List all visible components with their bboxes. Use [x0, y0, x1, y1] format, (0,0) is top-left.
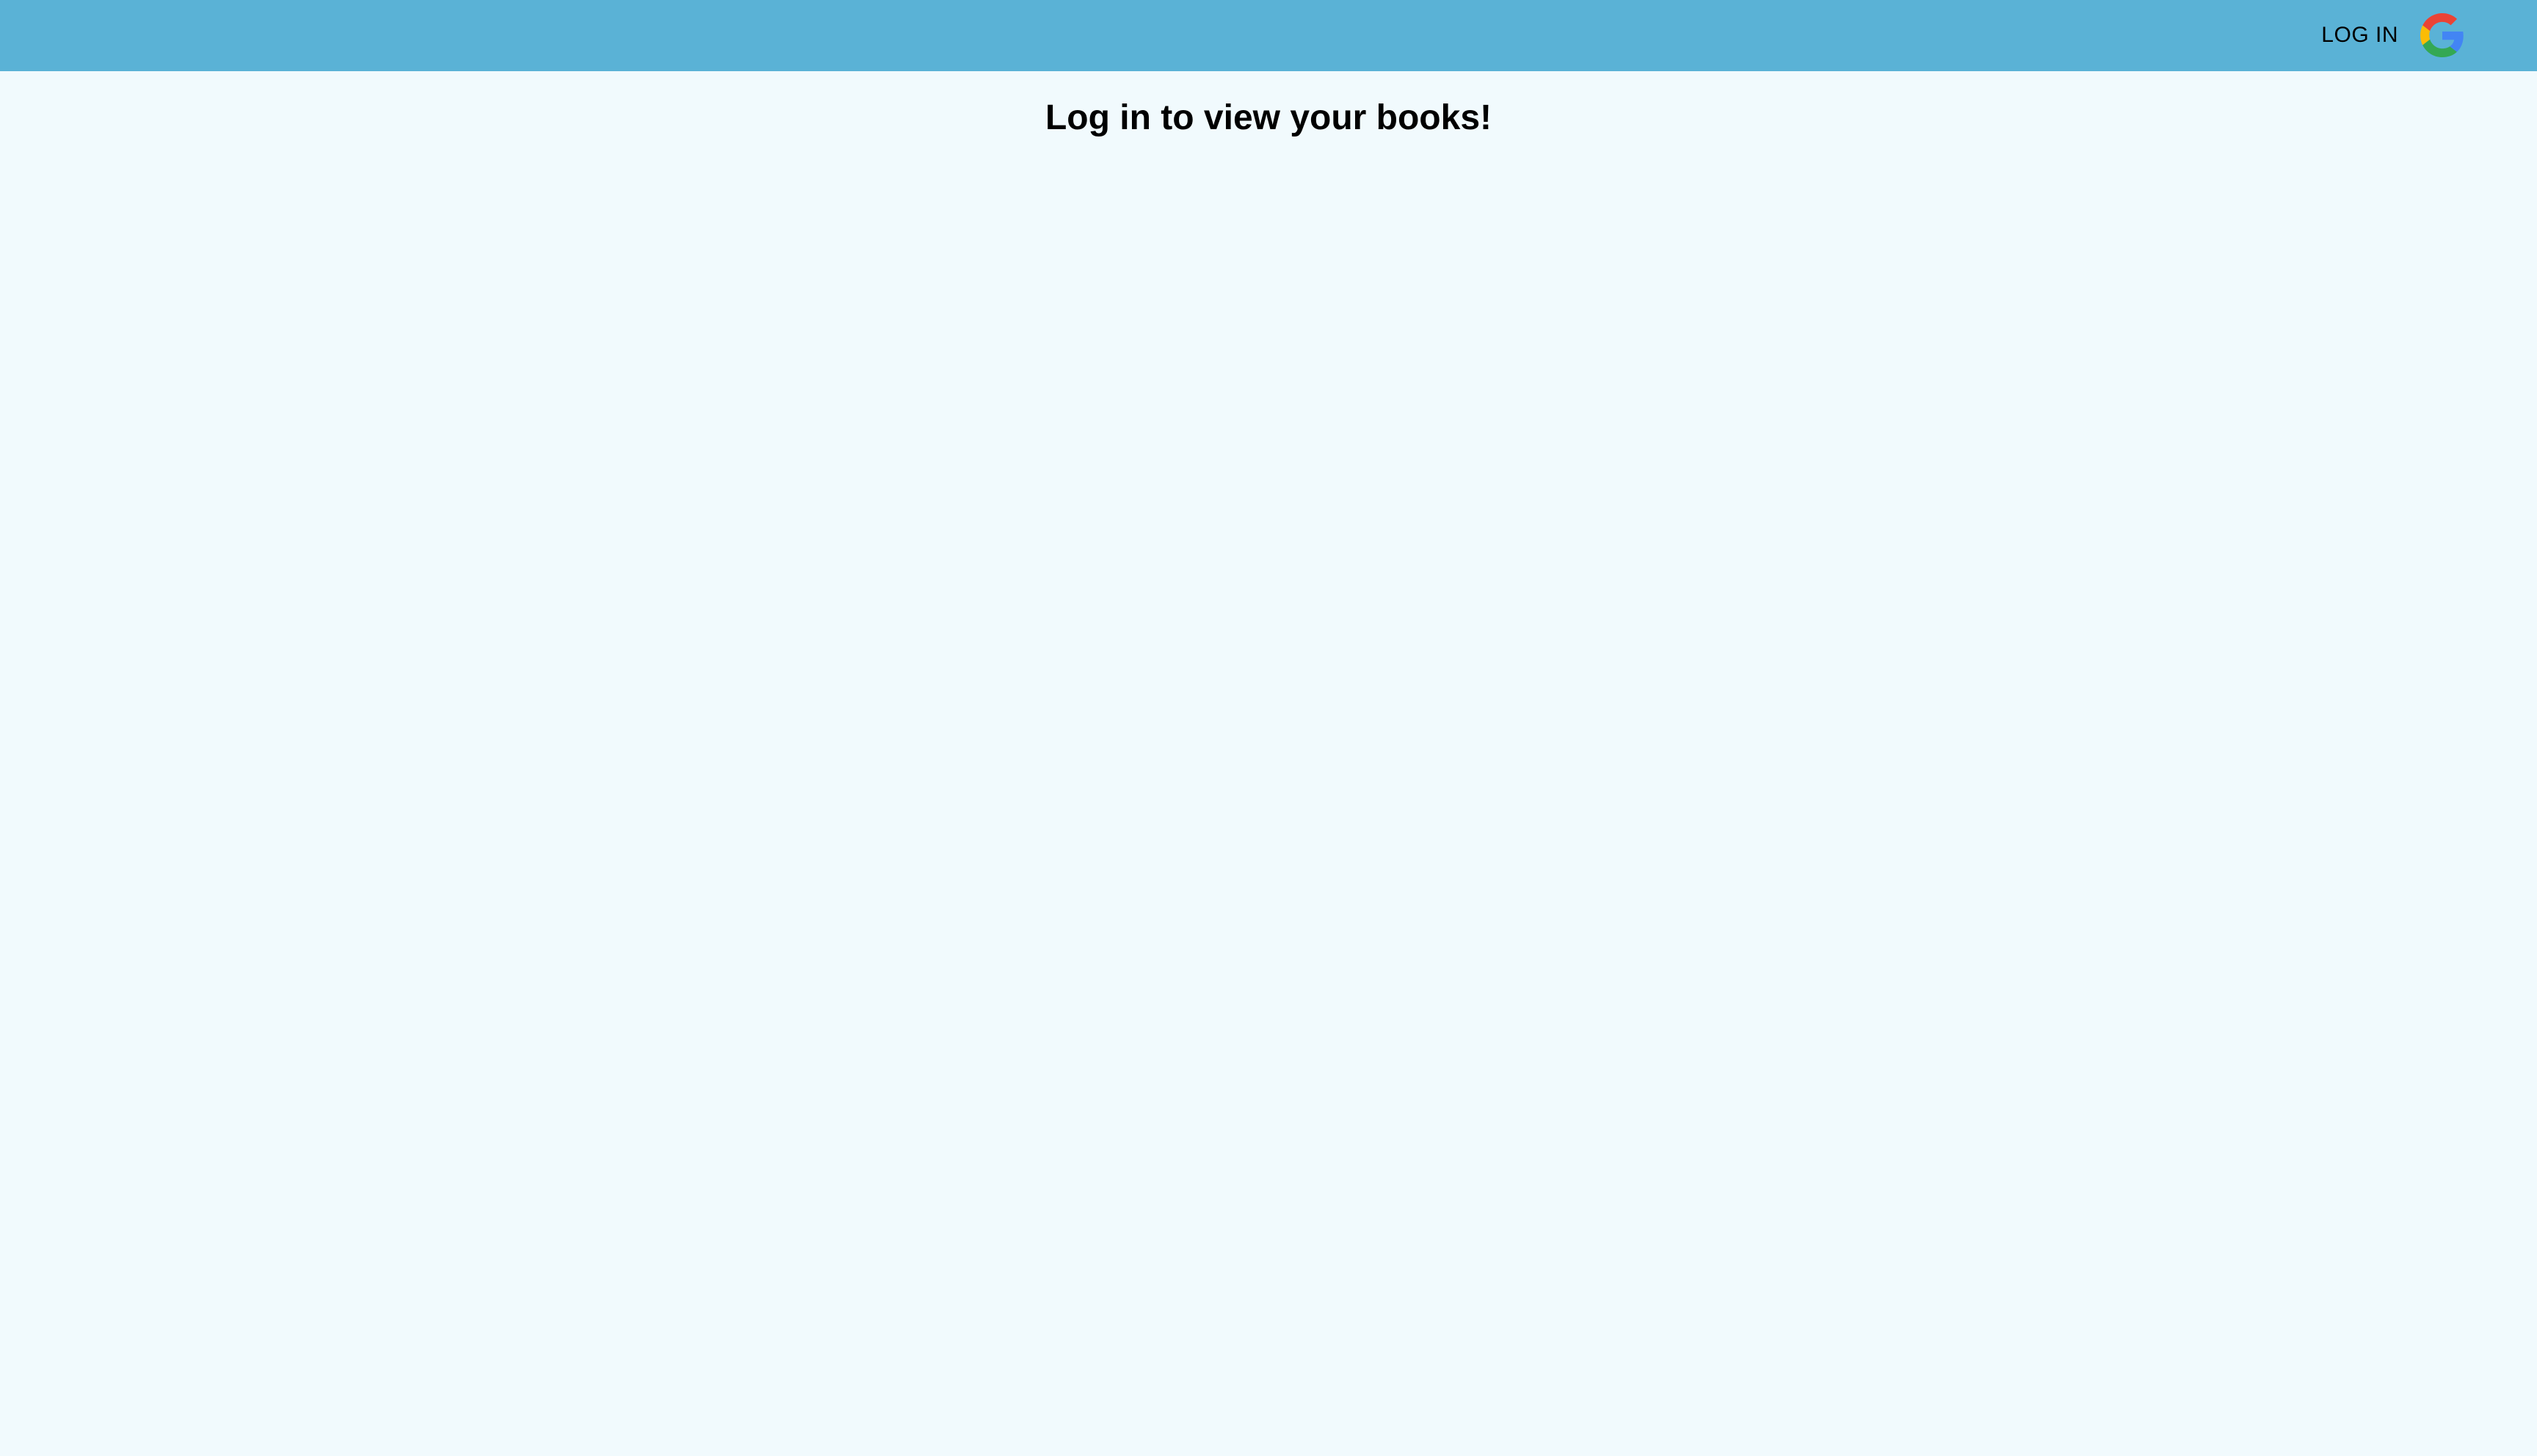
login-label[interactable]: LOG IN: [2321, 24, 2398, 46]
page-title: Log in to view your books!: [1045, 98, 1492, 137]
google-icon[interactable]: [2420, 13, 2464, 57]
google-login-button[interactable]: LOG IN: [2321, 12, 2464, 59]
top-navigation-bar: LOG IN: [0, 0, 2537, 71]
main-content: Log in to view your books!: [0, 71, 2537, 1456]
